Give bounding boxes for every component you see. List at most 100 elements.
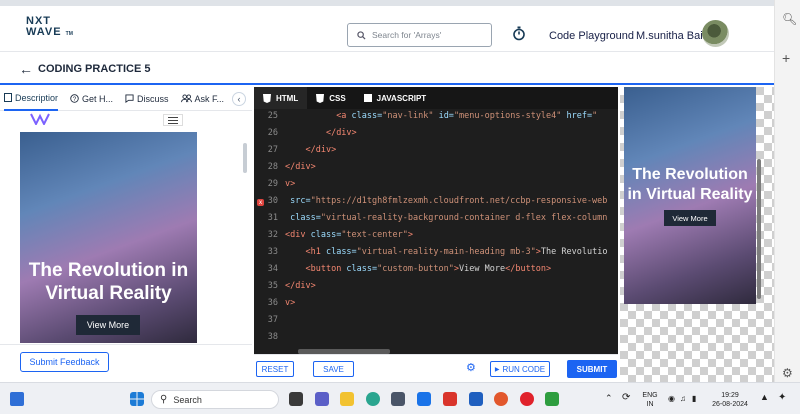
code-line[interactable]: 37 xyxy=(254,315,618,332)
code-line[interactable]: 27 </div> xyxy=(254,145,618,162)
tab-discuss-label: Discuss xyxy=(137,93,169,104)
code-playground-link[interactable]: Code Playground xyxy=(549,30,634,42)
settings-icon[interactable]: ⚙ xyxy=(782,366,793,380)
avatar[interactable] xyxy=(702,20,729,47)
tab-description[interactable]: Descriptior xyxy=(4,87,59,111)
submit-feedback-button[interactable]: Submit Feedback xyxy=(20,352,109,372)
sync-icon[interactable]: ⟳ xyxy=(622,393,630,403)
page-title: CODING PRACTICE 5 xyxy=(38,63,151,75)
store-icon[interactable] xyxy=(391,392,405,406)
code-token: class= xyxy=(346,111,383,121)
tab-html-label: HTML xyxy=(276,93,299,103)
code-line[interactable]: 31 class="virtual-reality-background-con… xyxy=(254,213,618,230)
app-l-icon[interactable] xyxy=(469,392,483,406)
code-line[interactable]: 34 <button class="custom-button">View Mo… xyxy=(254,264,618,281)
lang-line2: IN xyxy=(646,401,654,408)
code-line[interactable]: 36 v> xyxy=(254,298,618,315)
code-token: class= xyxy=(341,264,378,274)
plus-icon[interactable]: + xyxy=(782,50,790,66)
tab-get-help[interactable]: ? Get H... xyxy=(70,94,113,104)
tab-html[interactable]: HTML xyxy=(254,87,308,109)
output-scrollbar[interactable] xyxy=(757,159,761,299)
taskbar-search-icon: ⚲ xyxy=(160,394,168,405)
language-indicator[interactable]: ENG IN xyxy=(640,391,660,409)
code-token: "https://d1tgh8fmlzexmh.cloudfront.net/c… xyxy=(310,196,608,206)
tab-description-label: Descriptior xyxy=(15,92,59,103)
tab-ask-faculty-label: Ask F... xyxy=(194,93,225,104)
svg-text:?: ? xyxy=(73,96,77,103)
code-editor: HTML CSS JAVASCRIPT 25 <a class="nav-lin… xyxy=(254,87,618,382)
stopwatch-icon[interactable] xyxy=(512,26,526,41)
notification-icon[interactable]: ▲ xyxy=(760,393,769,402)
run-code-button[interactable]: ▶ RUN CODE xyxy=(490,361,550,377)
code-line[interactable]: 32 <div class="text-center"> xyxy=(254,230,618,247)
left-footer: Submit Feedback xyxy=(0,344,252,382)
opera-icon[interactable] xyxy=(520,392,534,406)
clock[interactable]: 19:29 26-08-2024 xyxy=(708,391,752,409)
search-icon[interactable]: 🔍︎ xyxy=(782,12,797,26)
file-explorer-icon[interactable] xyxy=(340,392,354,406)
code-line[interactable]: 29 v> xyxy=(254,179,618,196)
mcafee-icon[interactable] xyxy=(443,392,457,406)
code-token: class= xyxy=(320,247,357,257)
mini-navbar xyxy=(20,111,197,129)
line-number: 33 xyxy=(267,247,278,257)
reset-button[interactable]: RESET xyxy=(256,361,294,377)
tab-discuss[interactable]: Discuss xyxy=(125,94,169,104)
windows-start-icon[interactable] xyxy=(130,392,144,406)
line-number: 27 xyxy=(267,145,278,155)
search-input[interactable]: Search for 'Arrays' xyxy=(347,23,492,47)
left-scrollbar[interactable] xyxy=(243,143,247,173)
help-icon: ? xyxy=(70,94,79,103)
edge-icon[interactable] xyxy=(366,392,380,406)
tab-ask-faculty[interactable]: Ask F... xyxy=(180,93,225,104)
tray-chevron-icon[interactable]: ⌃ xyxy=(605,394,613,403)
code-line[interactable]: 25 <a class="nav-link" id="menu-options-… xyxy=(254,111,618,128)
brave-icon[interactable] xyxy=(494,392,508,406)
code-line[interactable]: 38 xyxy=(254,332,618,349)
code-token: "virtual-reality-main-heading mb-3" xyxy=(356,247,536,257)
chrome-icon[interactable] xyxy=(545,392,559,406)
tab-javascript[interactable]: JAVASCRIPT xyxy=(355,87,436,109)
save-button[interactable]: SAVE xyxy=(313,361,354,377)
user-name[interactable]: M.sunitha Bai xyxy=(636,30,703,42)
teams-icon[interactable] xyxy=(315,392,329,406)
taskbar-search-input[interactable]: ⚲ Search xyxy=(151,390,279,409)
code-line[interactable]: x 30 src="https://d1tgh8fmlzexmh.cloudfro… xyxy=(254,196,618,213)
code-line[interactable]: 33 <h1 class="virtual-reality-main-headi… xyxy=(254,247,618,264)
code-text: <a class="nav-link" id="menu-options-sty… xyxy=(285,111,610,121)
back-arrow-icon[interactable]: ← xyxy=(19,61,33,77)
copilot-icon[interactable]: ✦ xyxy=(778,393,786,403)
code-token: View More xyxy=(459,264,506,274)
settings-gear-icon[interactable]: ⚙ xyxy=(466,361,476,374)
tab-css[interactable]: CSS xyxy=(307,87,354,109)
code-text: </div> xyxy=(285,145,610,155)
line-number: 29 xyxy=(267,179,278,189)
collapse-panel-button[interactable]: ‹ xyxy=(232,92,246,106)
doc-icon xyxy=(4,93,12,102)
browser-side-panel: 🔍︎ + ⚙ xyxy=(774,0,800,382)
code-line[interactable]: 28 </div> xyxy=(254,162,618,179)
submit-button[interactable]: SUBMIT xyxy=(567,360,617,378)
code-token: <div xyxy=(285,230,306,240)
nxtwave-logo[interactable]: NXT WAVE TM xyxy=(26,16,73,40)
clock-date: 26-08-2024 xyxy=(712,401,748,408)
code-token: "nav-link" xyxy=(382,111,434,121)
top-navbar: NXT WAVE TM Search for 'Arrays' Code Pla… xyxy=(0,6,774,52)
code-token: </div> xyxy=(285,281,316,291)
output-view-more-button[interactable]: View More xyxy=(664,210,716,226)
widgets-icon[interactable] xyxy=(10,392,24,406)
clock-time: 19:29 xyxy=(721,392,739,399)
battery-icon[interactable]: ▮ xyxy=(692,394,696,403)
code-line[interactable]: 26 </div> xyxy=(254,128,618,145)
task-view-icon[interactable] xyxy=(289,392,303,406)
code-line[interactable]: 35 </div> xyxy=(254,281,618,298)
code-text: <div class="text-center"> xyxy=(285,230,610,240)
code-area[interactable]: 25 <a class="nav-link" id="menu-options-… xyxy=(254,111,618,351)
description-preview-image: The Revolution in Virtual Reality View M… xyxy=(20,111,197,343)
volume-icon[interactable]: ♫ xyxy=(680,394,686,403)
app-icon[interactable] xyxy=(417,392,431,406)
code-token: "text-center" xyxy=(341,230,408,240)
wifi-icon[interactable]: ◉ xyxy=(668,394,675,403)
